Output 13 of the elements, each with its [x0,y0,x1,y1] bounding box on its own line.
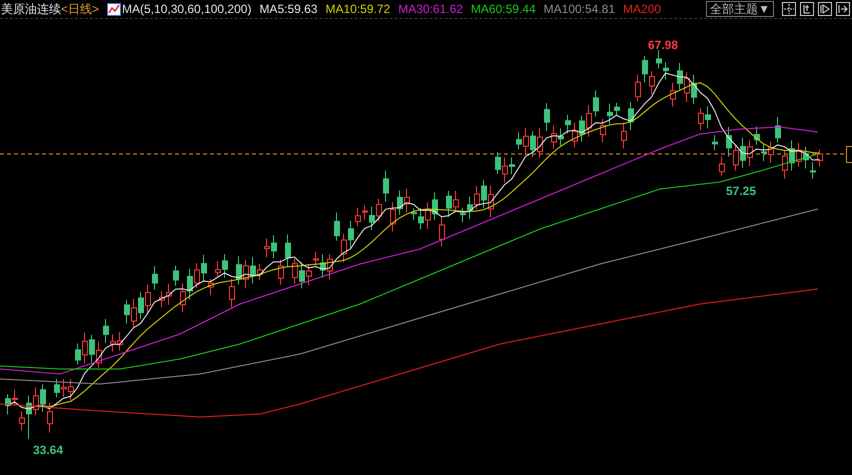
ma-value: MA200 [623,2,662,16]
low-price-label: 33.64 [33,443,64,457]
ma-value: MA100:54.81 [544,2,616,16]
instrument-title: 美原油连续 [1,0,61,18]
theme-dropdown[interactable]: 全部主题▼ [706,1,774,17]
low-price-label: 57.25 [726,184,756,198]
period-label[interactable]: <日线> [61,0,100,18]
high-price-label: 67.98 [648,38,678,52]
ma-value: MA30:61.62 [398,2,463,16]
ma-value: MA60:59.44 [470,2,536,16]
ma-value: MA10:59.72 [325,2,390,16]
ma-value: MA5:59.63 [259,2,318,16]
indicator-label: MA(5,10,30,60,100,200) [122,2,252,16]
